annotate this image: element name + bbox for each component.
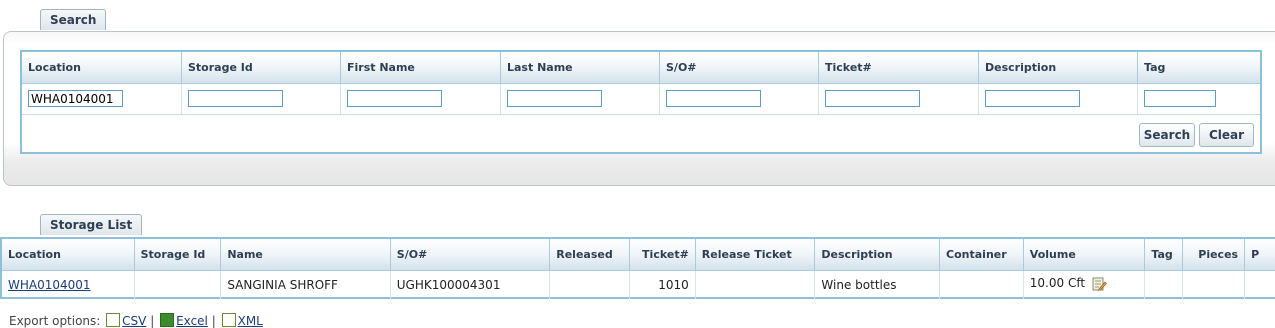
- col-tag[interactable]: Tag: [1145, 239, 1184, 271]
- description-input[interactable]: [985, 90, 1080, 107]
- cell-pieces: [1183, 271, 1246, 299]
- cell-first-name: [341, 84, 501, 114]
- search-button[interactable]: Search: [1139, 123, 1195, 147]
- first-name-input[interactable]: [347, 90, 442, 107]
- cell-volume: 10.00 Cft: [1024, 271, 1146, 299]
- cell-so-number: [660, 84, 819, 114]
- cell-tag: [1138, 84, 1260, 114]
- volume-value: 10.00 Cft: [1029, 276, 1086, 290]
- export-options: Export options: CSV | Excel | XML: [9, 313, 263, 328]
- tag-input[interactable]: [1144, 90, 1216, 107]
- cell-tag: [1145, 271, 1184, 299]
- xml-file-icon: [221, 313, 236, 327]
- cell-description: Wine bottles: [815, 271, 941, 299]
- cell-released: [550, 271, 630, 299]
- col-pieces[interactable]: Pieces: [1183, 239, 1246, 271]
- search-grid: Location Storage Id First Name Last Name…: [20, 50, 1262, 154]
- storage-list-header: Location Storage Id Name S/O# Released T…: [2, 239, 1275, 271]
- cell-last-name: [501, 84, 660, 114]
- location-link[interactable]: WHA0104001: [8, 278, 91, 292]
- cell-container: [940, 271, 1024, 299]
- cell-description: [979, 84, 1138, 114]
- cell-location: WHA0104001: [2, 271, 135, 299]
- cell-ticket-number: [819, 84, 979, 114]
- col-name[interactable]: Name: [221, 239, 391, 271]
- tab-search[interactable]: Search: [40, 9, 107, 30]
- clear-button[interactable]: Clear: [1199, 123, 1254, 147]
- col-released[interactable]: Released: [550, 239, 630, 271]
- storage-id-input[interactable]: [188, 90, 283, 107]
- excel-file-icon: [160, 313, 175, 327]
- separator: |: [211, 314, 216, 328]
- header-tag: Tag: [1138, 52, 1260, 84]
- cell-p: [1245, 271, 1275, 299]
- csv-file-icon: [106, 313, 121, 327]
- col-so-number[interactable]: S/O#: [390, 239, 551, 271]
- cell-location: [22, 84, 182, 114]
- cell-release-ticket: [696, 271, 816, 299]
- cell-ticket-number: 1010: [630, 271, 696, 299]
- tab-storage-list[interactable]: Storage List: [40, 214, 143, 235]
- header-ticket-number: Ticket#: [819, 52, 979, 84]
- table-row: WHA0104001 SANGINIA SHROFF UGHK100004301…: [2, 271, 1275, 299]
- col-release-ticket[interactable]: Release Ticket: [695, 239, 816, 271]
- export-xml-link[interactable]: XML: [238, 314, 263, 328]
- header-last-name: Last Name: [501, 52, 660, 84]
- header-storage-id: Storage Id: [182, 52, 341, 84]
- cell-name: SANGINIA SHROFF: [221, 271, 391, 299]
- search-grid-header: Location Storage Id First Name Last Name…: [22, 52, 1260, 84]
- last-name-input[interactable]: [507, 90, 602, 107]
- col-storage-id[interactable]: Storage Id: [134, 239, 222, 271]
- cell-storage-id: [135, 271, 222, 299]
- col-p[interactable]: P: [1245, 239, 1275, 271]
- header-description: Description: [979, 52, 1138, 84]
- separator: |: [150, 314, 155, 328]
- col-location[interactable]: Location: [2, 239, 135, 271]
- export-label: Export options:: [9, 314, 101, 328]
- col-volume[interactable]: Volume: [1023, 239, 1146, 271]
- col-ticket-number[interactable]: Ticket#: [630, 239, 696, 271]
- export-csv-link[interactable]: CSV: [122, 314, 146, 328]
- edit-note-icon[interactable]: [1092, 276, 1107, 294]
- export-excel-link[interactable]: Excel: [176, 314, 208, 328]
- col-container[interactable]: Container: [940, 239, 1024, 271]
- ticket-number-input[interactable]: [825, 90, 920, 107]
- storage-list-table: Location Storage Id Name S/O# Released T…: [0, 237, 1275, 299]
- search-input-row: [22, 84, 1260, 115]
- header-first-name: First Name: [341, 52, 501, 84]
- so-number-input[interactable]: [666, 90, 761, 107]
- col-description[interactable]: Description: [815, 239, 941, 271]
- header-so-number: S/O#: [660, 52, 819, 84]
- cell-storage-id: [182, 84, 341, 114]
- location-input[interactable]: [28, 90, 123, 107]
- header-location: Location: [22, 52, 182, 84]
- cell-so-number: UGHK100004301: [391, 271, 551, 299]
